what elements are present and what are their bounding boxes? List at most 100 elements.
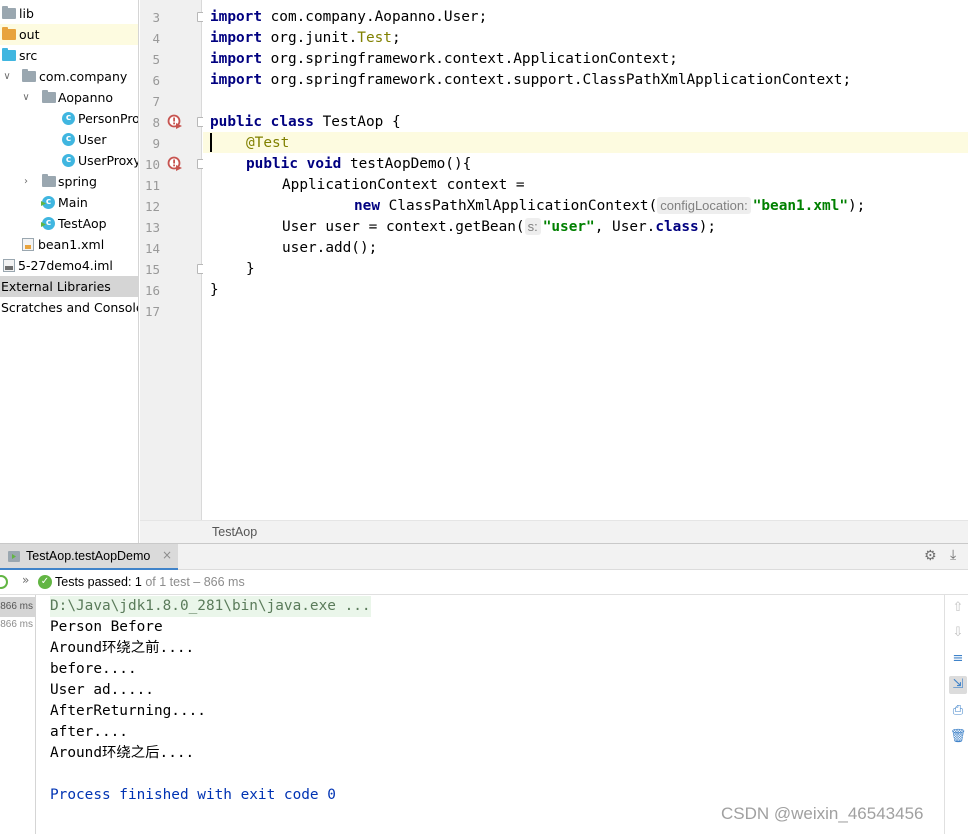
test-results-tree: 866 ms 866 ms	[0, 595, 36, 834]
code-line-5: import org.springframework.context.Appli…	[210, 51, 678, 67]
line-number: 15	[144, 262, 160, 277]
tree-item-iml[interactable]: 5-27demo4.iml	[0, 255, 138, 276]
console-toolbar: ⇧ ⇩ ≡ ⇲ ⎙ 🗑	[944, 595, 968, 834]
chevron-right-icon[interactable]: ›	[21, 171, 31, 192]
folder-icon	[2, 6, 16, 19]
code-line-3: import com.company.Aopanno.User;	[210, 9, 488, 25]
current-line-highlight	[203, 132, 968, 153]
tree-item-external-libraries[interactable]: External Libraries	[0, 276, 138, 297]
line-number: 16	[144, 283, 160, 298]
code-line-16: }	[210, 282, 219, 298]
editor-gutter: 3 4 5 6 7 8 9 10 11 12 13 14 15 16 17	[140, 0, 206, 520]
test-result-text: Tests passed: 1 of 1 test – 866 ms	[55, 575, 245, 589]
watermark: CSDN @weixin_46543456	[721, 804, 924, 823]
console-line: before....	[50, 661, 137, 677]
tree-item-spring[interactable]: › spring	[0, 171, 138, 192]
tree-item-user[interactable]: c User	[0, 129, 138, 150]
console-line: Around环绕之前....	[50, 640, 195, 656]
code-line-13: User user = context.getBean(s: "user", Us…	[282, 218, 717, 235]
line-number: 11	[144, 178, 160, 193]
code-line-9: @Test	[246, 135, 290, 151]
folder-excluded-icon	[2, 27, 16, 40]
console-command-line: D:\Java\jdk1.8.0_281\bin\java.exe ...	[50, 596, 371, 617]
tree-item-scratches[interactable]: Scratches and Consoles	[0, 297, 138, 318]
code-line-10: public void testAopDemo(){	[246, 156, 472, 172]
class-icon: c	[62, 112, 75, 125]
code-editor[interactable]: import com.company.Aopanno.User; import …	[203, 0, 968, 520]
hide-icon[interactable]: ⤓	[950, 547, 956, 563]
scroll-to-end-icon[interactable]: ⇲	[949, 676, 967, 694]
console-line: Person Before	[50, 619, 163, 635]
console-line: User ad.....	[50, 682, 154, 698]
tree-item-lib[interactable]: lib	[0, 3, 138, 24]
run-test-icon[interactable]	[167, 156, 182, 171]
trash-icon[interactable]: 🗑	[949, 728, 967, 746]
run-tab[interactable]: TestAop.testAopDemo ×	[0, 544, 178, 570]
console-line: after....	[50, 724, 128, 740]
package-icon	[42, 174, 56, 187]
print-icon[interactable]: ⎙	[949, 702, 967, 720]
console-line: AfterReturning....	[50, 703, 206, 719]
run-tool-window-header: TestAop.testAopDemo × ⚙ ⤓	[0, 543, 968, 570]
arrow-up-icon[interactable]: ⇧	[949, 599, 967, 617]
tree-item-com-company[interactable]: ∨ com.company	[0, 66, 138, 87]
code-line-6: import org.springframework.context.suppo…	[210, 72, 852, 88]
chevron-down-icon[interactable]: ∨	[2, 66, 12, 87]
package-icon	[42, 90, 56, 103]
line-number: 17	[144, 304, 160, 319]
code-line-12: new ClassPathXmlApplicationContext(confi…	[354, 197, 866, 214]
package-icon	[22, 69, 36, 82]
line-number: 13	[144, 220, 160, 235]
code-line-4: import org.junit.Test;	[210, 30, 401, 46]
line-number: 9	[152, 136, 160, 151]
run-test-icon[interactable]	[167, 114, 182, 129]
arrow-down-icon[interactable]: ⇩	[949, 624, 967, 642]
class-icon: c	[62, 133, 75, 146]
tree-item-personproxy[interactable]: c PersonProxy	[0, 108, 138, 129]
check-icon: ✓	[38, 575, 52, 589]
runnable-class-icon: c	[42, 217, 55, 230]
line-number: 4	[152, 31, 160, 46]
tree-item-src[interactable]: src	[0, 45, 138, 66]
tree-item-userproxy[interactable]: c UserProxy	[0, 150, 138, 171]
close-icon[interactable]: ×	[162, 548, 172, 562]
chevron-double-right-icon[interactable]: »	[22, 573, 29, 587]
soft-wrap-icon[interactable]: ≡	[949, 650, 967, 668]
line-number: 5	[152, 52, 160, 67]
line-number: 6	[152, 73, 160, 88]
line-number: 8	[152, 115, 160, 130]
breadcrumb-item[interactable]: TestAop	[212, 525, 257, 539]
tree-item-main[interactable]: c Main	[0, 192, 138, 213]
code-line-8: public class TestAop {	[210, 114, 401, 130]
code-line-11: ApplicationContext context =	[282, 177, 525, 193]
line-number: 7	[152, 94, 160, 109]
console-line: Around环绕之后....	[50, 745, 195, 761]
breadcrumb: TestAop	[140, 520, 968, 543]
gear-icon[interactable]: ⚙	[924, 548, 937, 564]
tree-item-bean1-xml[interactable]: bean1.xml	[0, 234, 138, 255]
test-status-bar: » ✓ Tests passed: 1 of 1 test – 866 ms	[0, 570, 968, 595]
project-tree: lib out src ∨ com.company ∨ Aopanno c Pe…	[0, 0, 139, 543]
test-tree-item[interactable]: 866 ms	[0, 615, 35, 635]
code-line-14: user.add();	[282, 240, 378, 256]
test-tree-item[interactable]: 866 ms	[0, 597, 35, 617]
runnable-class-icon: c	[42, 196, 55, 209]
xml-file-icon	[22, 238, 34, 251]
tree-item-testaop[interactable]: c TestAop	[0, 213, 138, 234]
line-number: 14	[144, 241, 160, 256]
test-status-icon[interactable]	[0, 575, 8, 589]
tree-item-out[interactable]: out	[0, 24, 138, 45]
line-number: 12	[144, 199, 160, 214]
iml-file-icon	[3, 259, 15, 272]
parameter-hint: configLocation:	[657, 197, 751, 214]
console-process-finished: Process finished with exit code 0	[50, 787, 336, 803]
tree-item-aopanno[interactable]: ∨ Aopanno	[0, 87, 138, 108]
source-folder-icon	[2, 48, 16, 61]
run-config-icon	[8, 551, 20, 562]
chevron-down-icon[interactable]: ∨	[21, 87, 31, 108]
line-number: 3	[152, 10, 160, 25]
parameter-hint: s:	[524, 218, 541, 235]
code-line-15: }	[246, 261, 255, 277]
console-output[interactable]: D:\Java\jdk1.8.0_281\bin\java.exe ... Pe…	[36, 595, 944, 834]
text-caret	[210, 133, 212, 152]
